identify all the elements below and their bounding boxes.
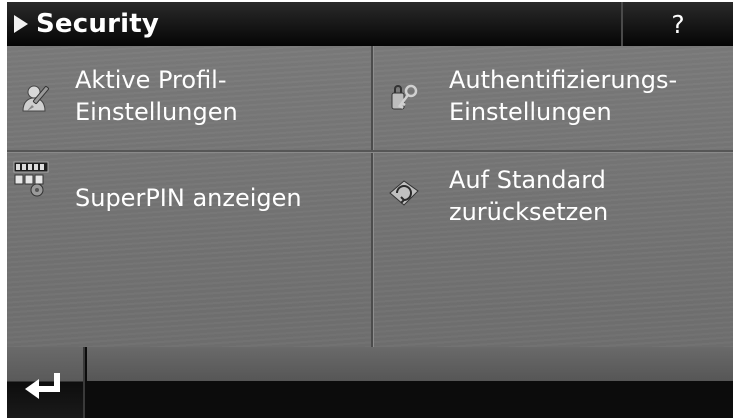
help-label: ?	[671, 10, 685, 39]
menu-item-authentication-settings[interactable]: Authentifizierungs- Einstellungen	[373, 46, 733, 150]
authentication-key-icon	[391, 84, 418, 110]
back-button[interactable]	[7, 347, 85, 418]
reset-default-icon	[389, 180, 419, 206]
title-arrow-icon	[14, 15, 28, 33]
help-button[interactable]: ?	[621, 2, 733, 46]
profile-settings-icon	[22, 85, 50, 112]
menu-item-label: Authentifizierungs- Einstellungen	[449, 66, 678, 126]
title-bar: Security ?	[7, 2, 733, 46]
return-arrow-icon	[25, 373, 60, 399]
grid-divider-vertical	[371, 46, 373, 347]
bottom-bar	[7, 347, 733, 418]
menu-item-label: Auf Standard zurücksetzen	[449, 166, 609, 226]
menu-item-reset-to-default[interactable]: Auf Standard zurücksetzen	[373, 152, 733, 256]
page-title: Security	[36, 9, 159, 39]
security-screen: Security ? Aktive Profil- Einstellungen	[7, 2, 733, 418]
menu-item-label: Aktive Profil- Einstellungen	[75, 66, 238, 126]
menu-item-active-profile-settings[interactable]: Aktive Profil- Einstellungen	[7, 46, 369, 150]
superpin-icon	[13, 161, 49, 197]
menu-item-label: SuperPIN anzeigen	[75, 184, 302, 212]
menu-item-show-superpin[interactable]: SuperPIN anzeigen	[7, 152, 369, 256]
bottom-bar-stripe	[87, 347, 733, 381]
menu-grid: Aktive Profil- Einstellungen Authentifiz…	[7, 46, 733, 347]
grid-divider-horizontal	[7, 150, 733, 152]
